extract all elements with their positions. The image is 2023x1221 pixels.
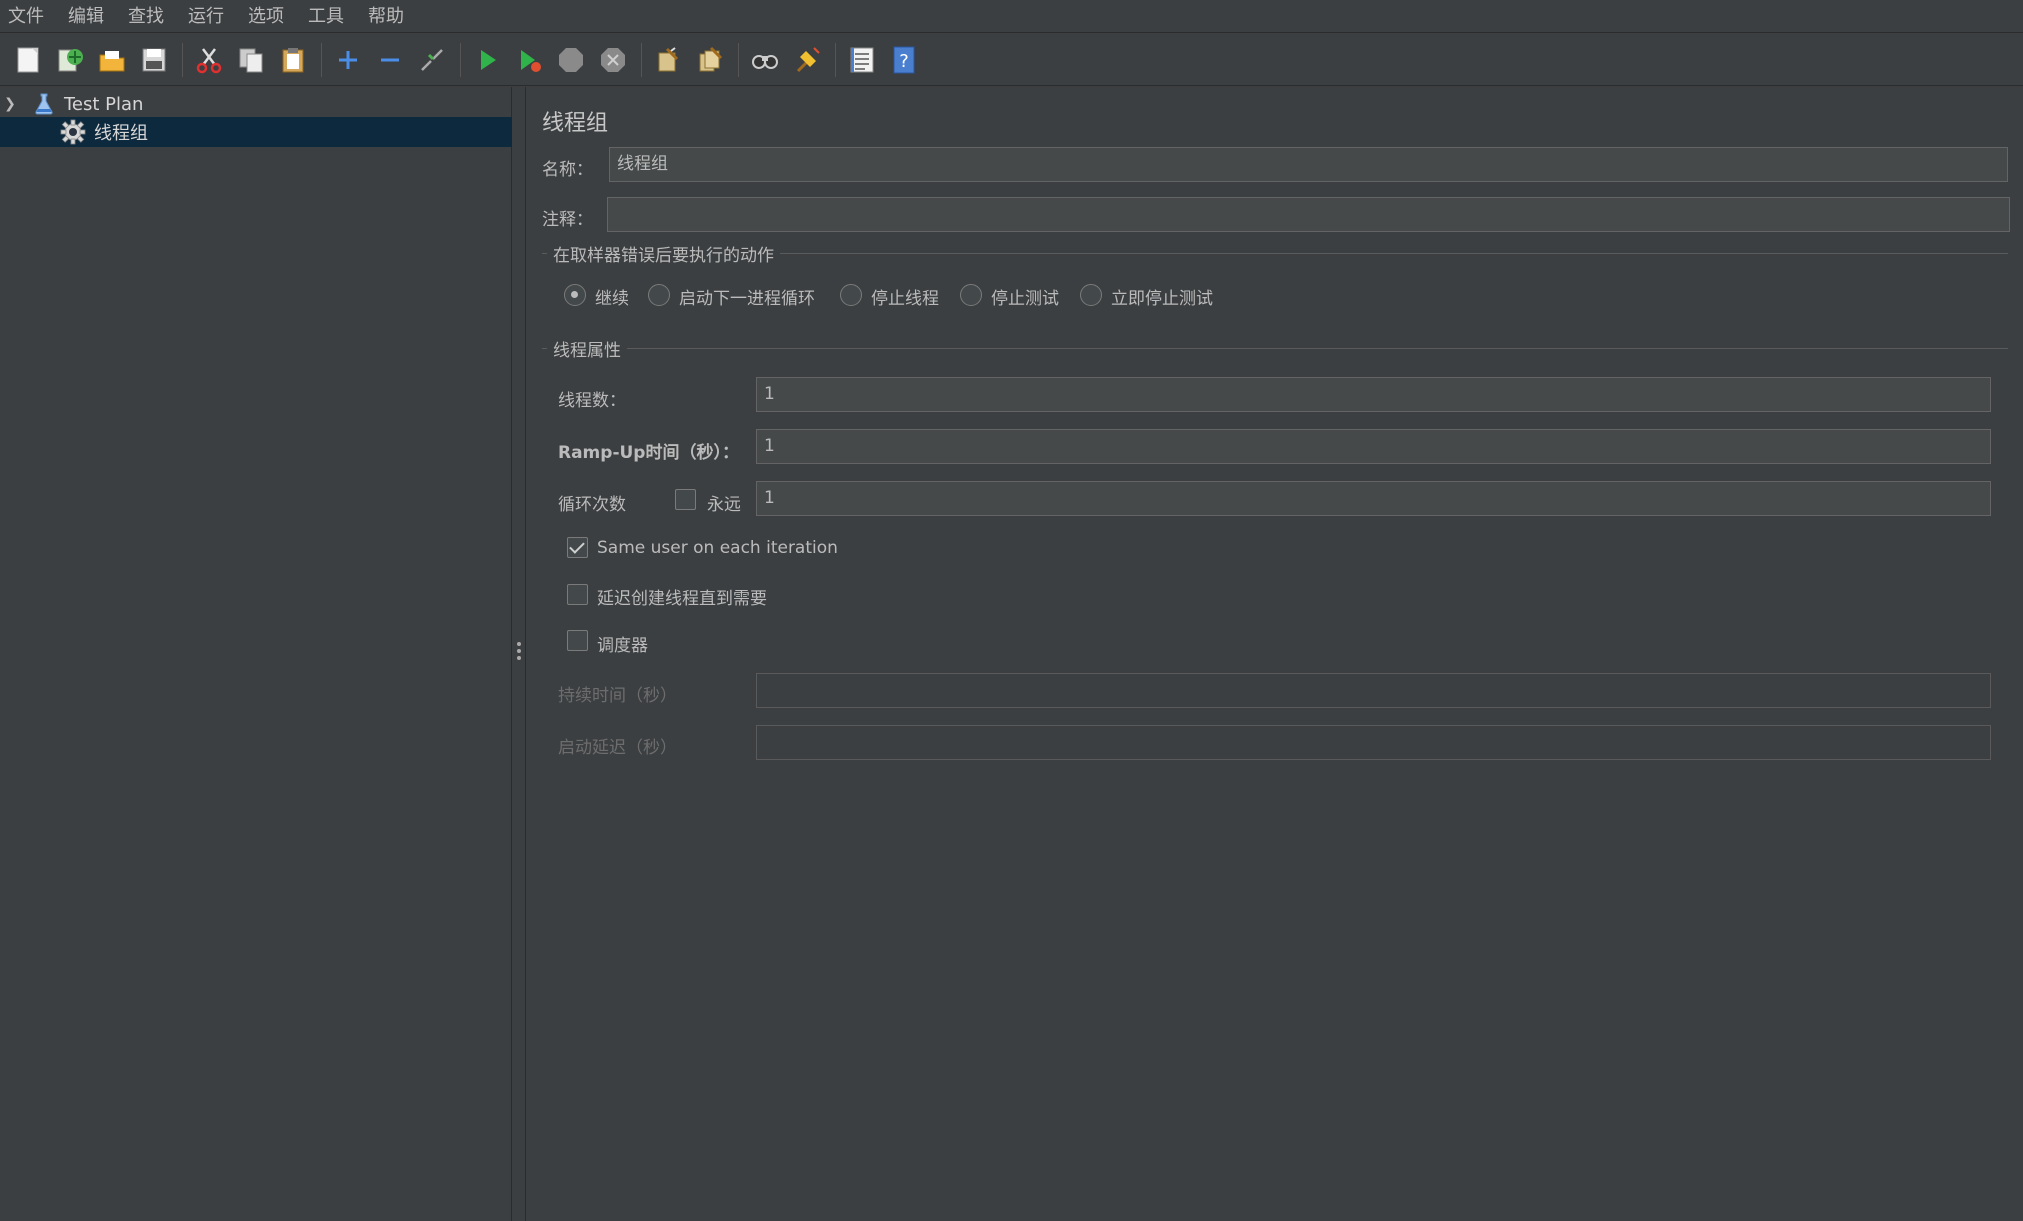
delay-thread-creation-checkbox[interactable]: [567, 584, 588, 605]
loop-count-label: 循环次数: [558, 495, 626, 515]
tree-node-thread-group[interactable]: 线程组: [0, 117, 512, 147]
radio-label-stop-thread: 停止线程: [871, 289, 939, 309]
help-icon[interactable]: ?: [886, 42, 922, 78]
radio-label-stop-test-now: 立即停止测试: [1111, 289, 1213, 309]
menu-help[interactable]: 帮助: [368, 0, 416, 33]
menu-options[interactable]: 选项: [248, 0, 296, 33]
toggle-icon[interactable]: [414, 42, 450, 78]
panel-title: 线程组: [542, 111, 609, 136]
startup-delay-label: 启动延迟（秒）: [558, 738, 677, 758]
clear-icon[interactable]: [650, 42, 686, 78]
loop-count-input[interactable]: 1: [756, 481, 1991, 516]
radio-continue[interactable]: [564, 284, 586, 306]
panel-splitter[interactable]: [512, 87, 526, 1221]
menu-search[interactable]: 查找: [128, 0, 176, 33]
toolbar-separator: [460, 42, 461, 77]
splitter-grip-icon: [517, 642, 521, 660]
forever-checkbox[interactable]: [675, 489, 696, 510]
menu-bar: 文件 编辑 查找 运行 选项 工具 帮助: [0, 0, 2023, 33]
toolbar-separator: [738, 42, 739, 77]
radio-start-next-loop[interactable]: [648, 284, 670, 306]
name-label: 名称：: [542, 160, 593, 180]
menu-edit[interactable]: 编辑: [68, 0, 116, 33]
radio-stop-test-now[interactable]: [1080, 284, 1102, 306]
toolbar-separator: [641, 42, 642, 77]
templates-icon[interactable]: [52, 42, 88, 78]
group-divider: [542, 348, 2008, 349]
new-file-icon[interactable]: [10, 42, 46, 78]
menu-file[interactable]: 文件: [8, 0, 56, 33]
search-icon[interactable]: [747, 42, 783, 78]
scheduler-label: 调度器: [597, 636, 648, 656]
collapse-icon[interactable]: [372, 42, 408, 78]
tree-node-label: Test Plan: [64, 93, 144, 115]
tree-node-label: 线程组: [94, 123, 148, 144]
reset-search-icon[interactable]: [789, 42, 825, 78]
save-icon[interactable]: [136, 42, 172, 78]
menu-run[interactable]: 运行: [188, 0, 236, 33]
comment-label: 注释：: [542, 210, 593, 230]
open-icon[interactable]: [94, 42, 130, 78]
name-input[interactable]: 线程组: [609, 147, 2008, 182]
toolbar-separator: [182, 42, 183, 77]
menu-tools[interactable]: 工具: [308, 0, 356, 33]
gear-icon: [60, 119, 86, 145]
comment-input[interactable]: [607, 197, 2010, 232]
forever-label: 永远: [707, 495, 741, 515]
radio-label-stop-test: 停止测试: [991, 289, 1059, 309]
scheduler-checkbox[interactable]: [567, 630, 588, 651]
duration-input[interactable]: [756, 673, 1991, 708]
threads-label: 线程数：: [558, 391, 626, 411]
threads-input[interactable]: 1: [756, 377, 1991, 412]
toolbar-separator: [835, 42, 836, 77]
startup-delay-input[interactable]: [756, 725, 1991, 760]
toolbar: ?: [0, 34, 2023, 86]
shutdown-icon[interactable]: [595, 42, 631, 78]
flask-icon: [32, 92, 56, 116]
radio-stop-thread[interactable]: [840, 284, 862, 306]
rampup-input[interactable]: 1: [756, 429, 1991, 464]
radio-label-continue: 继续: [595, 289, 629, 309]
tree-node-test-plan[interactable]: ❯ Test Plan: [0, 89, 512, 119]
thread-properties-group-title: 线程属性: [547, 336, 627, 361]
expand-icon[interactable]: [330, 42, 366, 78]
cut-icon[interactable]: [191, 42, 227, 78]
clear-all-icon[interactable]: [692, 42, 728, 78]
paste-icon[interactable]: [275, 42, 311, 78]
stop-icon[interactable]: [553, 42, 589, 78]
rampup-label: Ramp-Up时间（秒）：: [558, 443, 739, 463]
same-user-label: Same user on each iteration: [597, 538, 838, 558]
same-user-checkbox[interactable]: [567, 537, 588, 558]
toolbar-separator: [321, 42, 322, 77]
thread-group-panel: 线程组 名称： 线程组 注释： 在取样器错误后要执行的动作 继续 启动下一进程循…: [527, 87, 2023, 1221]
copy-icon[interactable]: [233, 42, 269, 78]
duration-label: 持续时间（秒）: [558, 686, 677, 706]
error-action-group-title: 在取样器错误后要执行的动作: [547, 241, 780, 266]
radio-stop-test[interactable]: [960, 284, 982, 306]
svg-text:?: ?: [899, 51, 909, 72]
function-helper-icon[interactable]: [844, 42, 880, 78]
delay-thread-creation-label: 延迟创建线程直到需要: [597, 589, 767, 609]
tree-panel: ❯ Test Plan 线程组: [0, 87, 512, 1221]
radio-label-start-next-loop: 启动下一进程循环: [679, 289, 815, 309]
start-icon[interactable]: [469, 42, 505, 78]
start-no-pause-icon[interactable]: [511, 42, 547, 78]
chevron-down-icon[interactable]: ❯: [0, 96, 20, 112]
